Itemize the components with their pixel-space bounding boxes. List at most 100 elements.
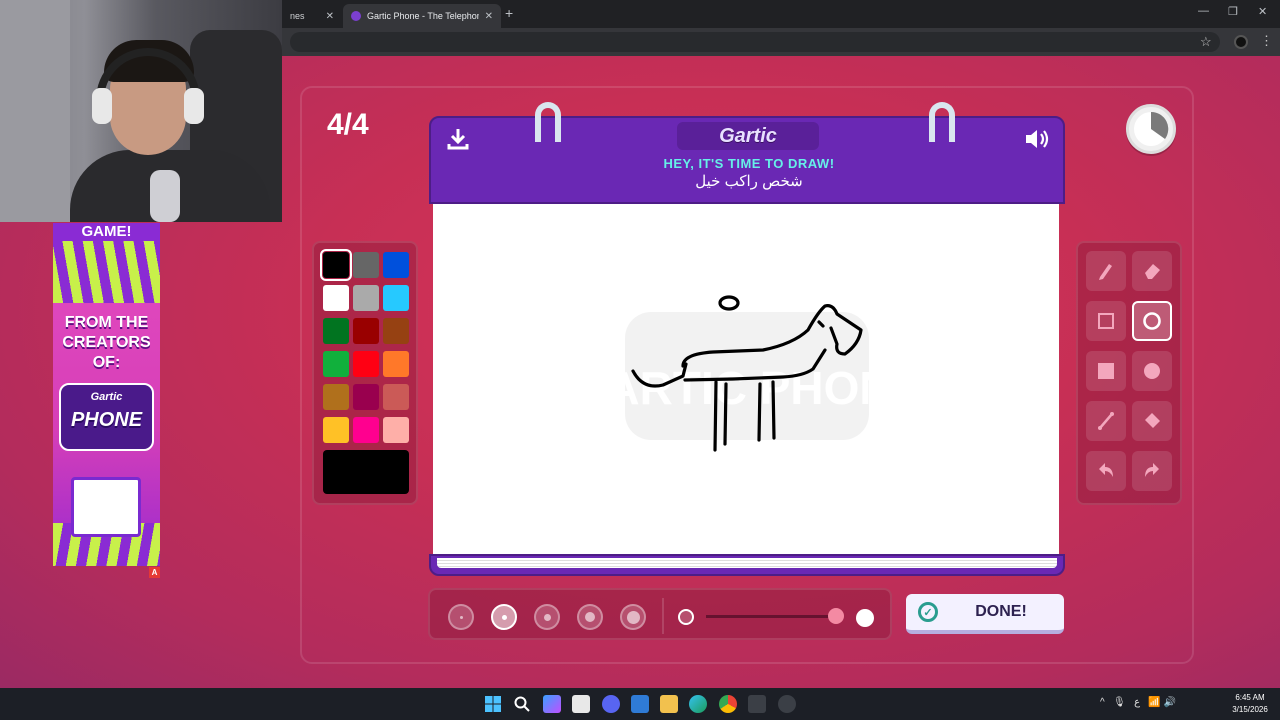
notebook-header: Gartic HEY, IT'S TIME TO DRAW! شخص راكب … <box>429 116 1065 204</box>
browser-menu-icon[interactable]: ⋮ <box>1260 33 1273 49</box>
window-close-icon[interactable]: ✕ <box>1258 5 1267 18</box>
brush-size-1[interactable] <box>448 604 474 630</box>
language-indicator[interactable]: ع <box>1134 697 1140 708</box>
profile-avatar[interactable] <box>1234 35 1248 49</box>
wifi-icon[interactable]: 📶 <box>1148 697 1160 708</box>
watermark-logo: GARTIC PHONE <box>571 312 924 440</box>
color-swatch[interactable] <box>320 249 352 281</box>
sound-icon[interactable] <box>1023 126 1051 152</box>
draw-instruction: HEY, IT'S TIME TO DRAW! <box>663 156 835 171</box>
store-icon[interactable] <box>572 695 590 713</box>
color-swatch[interactable] <box>383 285 409 311</box>
color-swatch[interactable] <box>353 285 379 311</box>
color-swatch[interactable] <box>383 318 409 344</box>
toolbar-divider <box>662 598 664 634</box>
color-swatch[interactable] <box>323 285 349 311</box>
opacity-slider[interactable] <box>706 615 836 618</box>
volume-icon[interactable]: 🔊 <box>1164 697 1176 708</box>
minimize-icon[interactable]: — <box>1198 5 1209 17</box>
advertisement-banner[interactable]: GAME! FROM THE CREATORS OF: Gartic PHONE <box>53 223 160 566</box>
headset-cup <box>184 88 204 124</box>
search-icon[interactable] <box>513 695 531 713</box>
color-swatch[interactable] <box>383 351 409 377</box>
line-icon[interactable] <box>1086 401 1126 441</box>
bookmark-star-icon[interactable]: ☆ <box>1200 34 1212 50</box>
notebook-footer <box>429 554 1065 576</box>
brush-size-4[interactable] <box>577 604 603 630</box>
windows-start-icon[interactable] <box>484 695 502 713</box>
close-tab-icon[interactable]: ✕ <box>326 11 334 22</box>
ellipse-filled-icon[interactable] <box>1132 351 1172 391</box>
close-tab-icon[interactable]: ✕ <box>485 11 493 22</box>
current-color-preview <box>323 450 409 494</box>
color-swatch[interactable] <box>323 351 349 377</box>
ad-badge[interactable]: A <box>149 567 160 578</box>
ad-notebook-illustration <box>71 477 141 537</box>
color-palette <box>312 241 418 505</box>
color-swatch[interactable] <box>353 351 379 377</box>
color-swatch[interactable] <box>383 252 409 278</box>
ad-top-text: GAME! <box>53 223 160 241</box>
new-tab-button[interactable]: + <box>505 5 513 21</box>
notebook-pages <box>437 558 1057 568</box>
drawing-notebook: Gartic HEY, IT'S TIME TO DRAW! شخص راكب … <box>429 102 1065 576</box>
brush-toolbar <box>428 588 892 640</box>
app-icon[interactable] <box>748 695 766 713</box>
rectangle-filled-icon[interactable] <box>1086 351 1126 391</box>
microphone-icon <box>150 170 180 222</box>
copilot-icon[interactable] <box>543 695 561 713</box>
file-explorer-icon[interactable] <box>660 695 678 713</box>
check-icon: ✓ <box>918 602 938 622</box>
ellipse-outline-icon[interactable] <box>1132 301 1172 341</box>
edge-icon[interactable] <box>689 695 707 713</box>
done-button[interactable]: ✓ DONE! <box>906 594 1064 634</box>
color-swatch[interactable] <box>323 318 349 344</box>
pencil-icon[interactable] <box>1086 251 1126 291</box>
brush-size-2[interactable] <box>491 604 517 630</box>
color-swatch[interactable] <box>353 417 379 443</box>
microphone-icon[interactable]: 🎙 <box>1113 697 1126 708</box>
tool-panel <box>1076 241 1182 505</box>
timer-icon <box>1126 104 1176 154</box>
drawing-canvas[interactable]: GARTIC PHONE <box>433 204 1059 556</box>
clock[interactable]: 6:45 AM 3/15/2026 <box>1222 692 1278 716</box>
notebook-ring <box>929 102 955 142</box>
favicon-icon <box>351 11 361 21</box>
done-label: DONE! <box>975 603 1027 620</box>
notebook-ring <box>535 102 561 142</box>
discord-icon[interactable] <box>602 695 620 713</box>
round-counter: 4/4 <box>327 108 369 141</box>
color-swatch[interactable] <box>353 384 379 410</box>
redo-icon[interactable] <box>1132 451 1172 491</box>
chevron-up-icon[interactable]: ^ <box>1100 697 1105 708</box>
undo-icon[interactable] <box>1086 451 1126 491</box>
windows-taskbar: ^ 🎙 ع 📶 🔊 6:45 AM 3/15/2026 <box>0 688 1280 720</box>
notepad-icon[interactable] <box>631 695 649 713</box>
brush-size-5[interactable] <box>620 604 646 630</box>
opacity-max-icon <box>856 609 874 627</box>
rectangle-outline-icon[interactable] <box>1086 301 1126 341</box>
webcam-background <box>0 0 70 222</box>
brush-size-3[interactable] <box>534 604 560 630</box>
browser-tab-active[interactable]: Gartic Phone - The Telephone Game ✕ <box>343 4 501 28</box>
download-icon[interactable] <box>445 126 471 152</box>
browser-tab[interactable]: nes ✕ <box>282 4 342 28</box>
gartic-logo: Gartic <box>677 122 819 150</box>
chrome-icon[interactable] <box>719 695 737 713</box>
restore-icon[interactable]: ❐ <box>1228 5 1238 18</box>
color-swatch[interactable] <box>323 417 349 443</box>
system-tray[interactable]: ^ 🎙 ع 📶 🔊 <box>1100 697 1176 708</box>
ad-creators-text: FROM THE CREATORS OF: <box>62 314 151 371</box>
webcam-overlay <box>0 0 282 222</box>
color-swatch[interactable] <box>383 417 409 443</box>
color-swatch[interactable] <box>323 384 349 410</box>
watermark-text: GARTIC PHONE <box>571 362 924 414</box>
obs-icon[interactable] <box>778 695 796 713</box>
fill-bucket-icon[interactable] <box>1132 401 1172 441</box>
color-swatch[interactable] <box>353 252 379 278</box>
color-swatch[interactable] <box>353 318 379 344</box>
opacity-slider-handle[interactable] <box>828 608 844 624</box>
color-swatch[interactable] <box>383 384 409 410</box>
url-input[interactable] <box>290 32 1220 52</box>
eraser-icon[interactable] <box>1132 251 1172 291</box>
